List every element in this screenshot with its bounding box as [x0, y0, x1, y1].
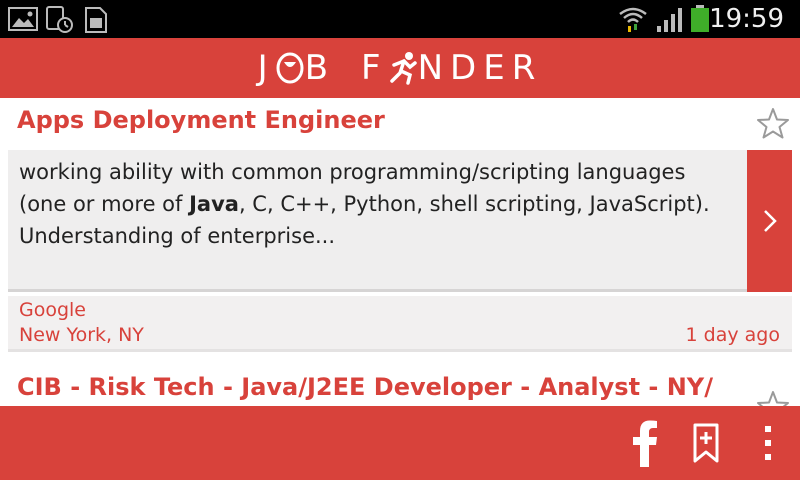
- snippet-keyword: Java: [189, 192, 239, 216]
- bookmark-add-button[interactable]: [684, 406, 728, 480]
- open-job-button[interactable]: [747, 150, 792, 292]
- job-card[interactable]: Apps Deployment Engineer working ability…: [0, 98, 800, 360]
- logo-letter: J: [257, 48, 275, 88]
- overflow-menu-icon: [765, 426, 771, 460]
- overflow-menu-button[interactable]: [748, 406, 788, 480]
- status-time: 19:59: [709, 4, 784, 34]
- facebook-icon: [633, 420, 657, 467]
- job-title[interactable]: CIB - Risk Tech - Java/J2EE Developer - …: [17, 373, 713, 401]
- logo-letter: F: [361, 48, 388, 88]
- job-meta: Google New York, NY 1 day ago: [8, 296, 792, 352]
- status-bar: 19:59: [0, 0, 800, 38]
- star-icon[interactable]: [756, 107, 790, 143]
- posted-date: 1 day ago: [685, 324, 780, 346]
- company-name: Google: [19, 299, 87, 321]
- sim-icon: [82, 6, 110, 38]
- job-title[interactable]: Apps Deployment Engineer: [17, 106, 385, 134]
- logo-letter: B: [304, 48, 336, 88]
- battery-icon: [690, 5, 710, 37]
- app-logo: J B F NDER: [258, 48, 543, 88]
- star-icon[interactable]: [756, 390, 790, 406]
- job-list[interactable]: Apps Deployment Engineer working ability…: [0, 98, 800, 406]
- logo-i-runner-icon: [389, 52, 417, 85]
- app-header: J B F NDER: [0, 38, 800, 98]
- gallery-icon: [8, 6, 38, 36]
- facebook-share-button[interactable]: [620, 406, 670, 480]
- job-snippet: working ability with common programming/…: [19, 156, 739, 252]
- bottom-action-bar: [0, 406, 800, 480]
- chevron-right-icon: [763, 210, 777, 232]
- wifi-icon: [618, 4, 648, 38]
- job-snippet-box[interactable]: working ability with common programming/…: [8, 150, 792, 292]
- logo-letter: NDER: [417, 48, 543, 88]
- screenshot-icon: [45, 6, 75, 38]
- signal-icon: [655, 6, 685, 38]
- job-card[interactable]: CIB - Risk Tech - Java/J2EE Developer - …: [0, 360, 800, 406]
- bookmark-add-icon: [693, 423, 719, 463]
- job-location: New York, NY: [19, 324, 144, 346]
- logo-o-runner-icon: [276, 52, 304, 84]
